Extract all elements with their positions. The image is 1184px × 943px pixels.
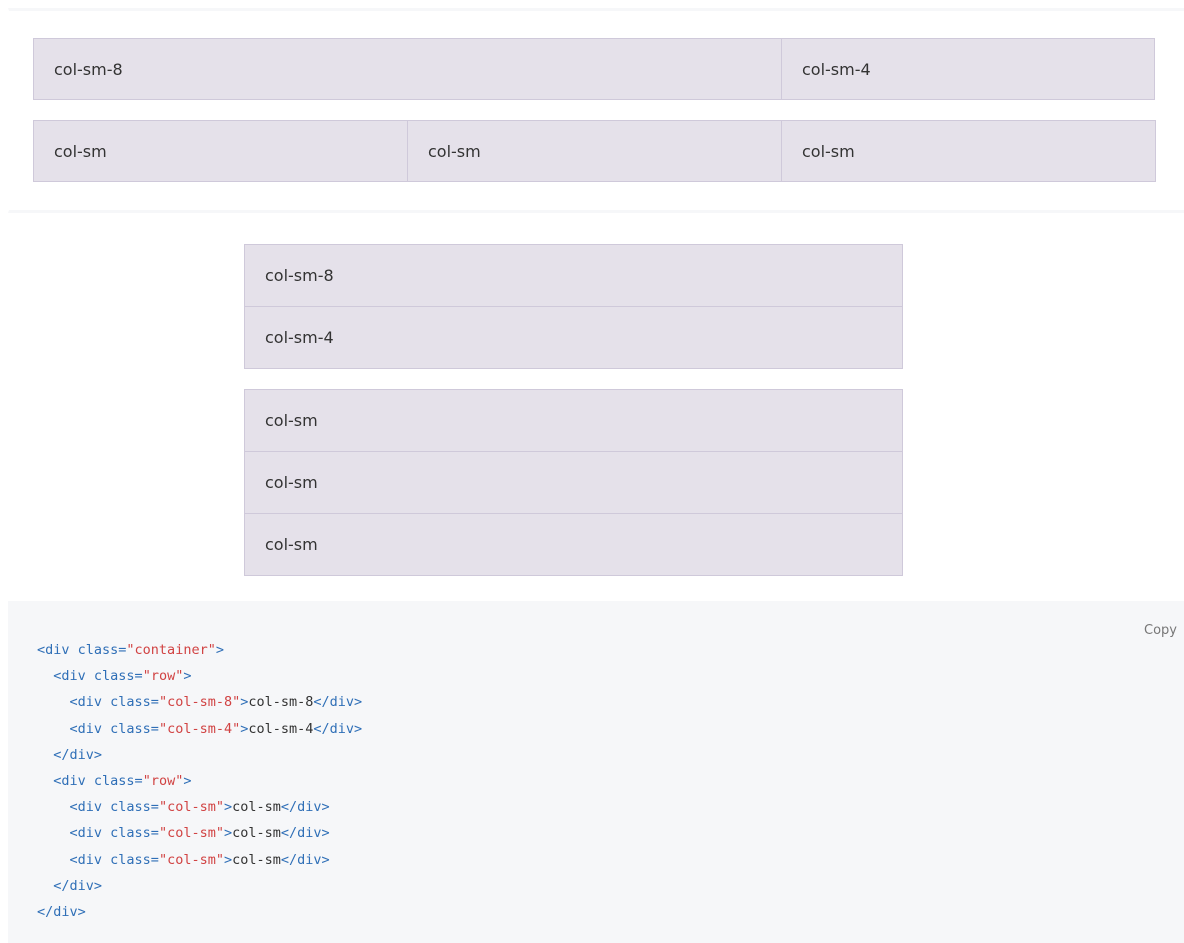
code-attribute: class=	[102, 851, 159, 868]
code-text: col-sm-4	[248, 720, 314, 737]
code-line: <div class="col-sm">col-sm</div>	[37, 794, 362, 820]
code-string: "col-sm-8"	[158, 694, 241, 711]
code-line: <div class="col-sm-8">col-sm-8</div>	[37, 689, 363, 715]
grid-row: col-sm col-sm col-sm	[33, 120, 1156, 182]
code-line: <div class="row">	[37, 663, 362, 689]
grid-example-narrow: col-sm-8 col-sm-4 col-sm col-sm col-sm	[8, 216, 1184, 598]
code-tag: <div	[69, 720, 103, 737]
code-tag: >	[223, 851, 233, 868]
code-tag: </div>	[313, 720, 363, 737]
code-attribute: class=	[102, 694, 159, 711]
code-text: col-sm	[232, 851, 281, 868]
code-attribute: class=	[85, 668, 143, 685]
grid-example-wide: col-sm-8 col-sm-4 col-sm col-sm col-sm	[8, 8, 1184, 213]
code-tag: >	[223, 825, 233, 842]
code-tag: </div>	[53, 746, 103, 763]
code-tag: </div>	[280, 851, 330, 868]
code-tag: <div	[53, 773, 86, 790]
code-string: "col-sm"	[158, 825, 224, 842]
code-tag: >	[183, 773, 192, 790]
grid-cell-col-sm: col-sm	[244, 451, 903, 514]
code-tag: >	[183, 668, 192, 685]
code-tag: <div	[69, 851, 103, 868]
code-string: "col-sm-4"	[158, 720, 241, 737]
code-tag: <div	[69, 825, 103, 842]
code-line: <div class="col-sm-4">col-sm-4</div>	[37, 716, 363, 742]
grid-cell-col-sm-4: col-sm-4	[781, 38, 1155, 100]
code-tag: >	[223, 799, 233, 816]
code-string: "col-sm"	[158, 851, 224, 868]
code-attribute: class=	[102, 799, 159, 816]
grid-cell-col-sm: col-sm	[407, 120, 782, 182]
code-line: <div class="col-sm">col-sm</div>	[37, 847, 362, 873]
code-tag: </div>	[280, 799, 330, 816]
code-line: </div>	[37, 742, 362, 768]
code-line: </div>	[37, 873, 362, 899]
code-tag: </div>	[37, 904, 86, 921]
grid-cell-col-sm: col-sm	[781, 120, 1156, 182]
code-tag: </div>	[280, 825, 330, 842]
grid-cell-col-sm: col-sm	[244, 389, 903, 452]
grid-row-stacked: col-sm-8 col-sm-4	[244, 244, 903, 369]
code-sample: Copy <div class="container"> <div class=…	[8, 601, 1184, 943]
code-attribute: class=	[102, 825, 159, 842]
code-listing: <div class="container"> <div class="row"…	[37, 637, 362, 925]
code-tag: </div>	[53, 877, 103, 894]
code-attribute: class=	[69, 642, 127, 658]
code-tag: <div	[37, 642, 70, 658]
grid-cell-col-sm-8: col-sm-8	[33, 38, 782, 100]
code-attribute: class=	[102, 720, 159, 737]
code-tag: </div>	[313, 694, 363, 711]
grid-row: col-sm-8 col-sm-4	[33, 38, 1156, 100]
grid-cell-col-sm-8: col-sm-8	[244, 244, 903, 307]
code-line: <div class="container">	[37, 637, 362, 663]
code-attribute: class=	[85, 773, 143, 790]
code-string: "col-sm"	[158, 799, 224, 816]
grid-cell-col-sm: col-sm	[244, 513, 903, 576]
code-tag: <div	[69, 694, 103, 711]
code-string: "container"	[126, 642, 216, 658]
code-tag: >	[215, 642, 224, 658]
grid-cell-col-sm: col-sm	[33, 120, 408, 182]
grid-row-stacked: col-sm col-sm col-sm	[244, 389, 903, 576]
code-line: <div class="col-sm">col-sm</div>	[37, 820, 362, 846]
code-text: col-sm	[232, 825, 281, 842]
code-tag: <div	[53, 668, 86, 685]
code-tag: <div	[69, 799, 103, 816]
grid-cell-col-sm-4: col-sm-4	[244, 306, 903, 369]
code-line: </div>	[37, 899, 362, 925]
code-string: "row"	[142, 773, 184, 790]
code-text: col-sm-8	[248, 694, 314, 711]
code-line: <div class="row">	[37, 768, 362, 794]
code-text: col-sm	[232, 799, 281, 816]
docs-page: col-sm-8 col-sm-4 col-sm col-sm col-sm c…	[0, 0, 1184, 943]
code-string: "row"	[142, 668, 184, 685]
copy-button[interactable]: Copy	[1144, 623, 1177, 638]
